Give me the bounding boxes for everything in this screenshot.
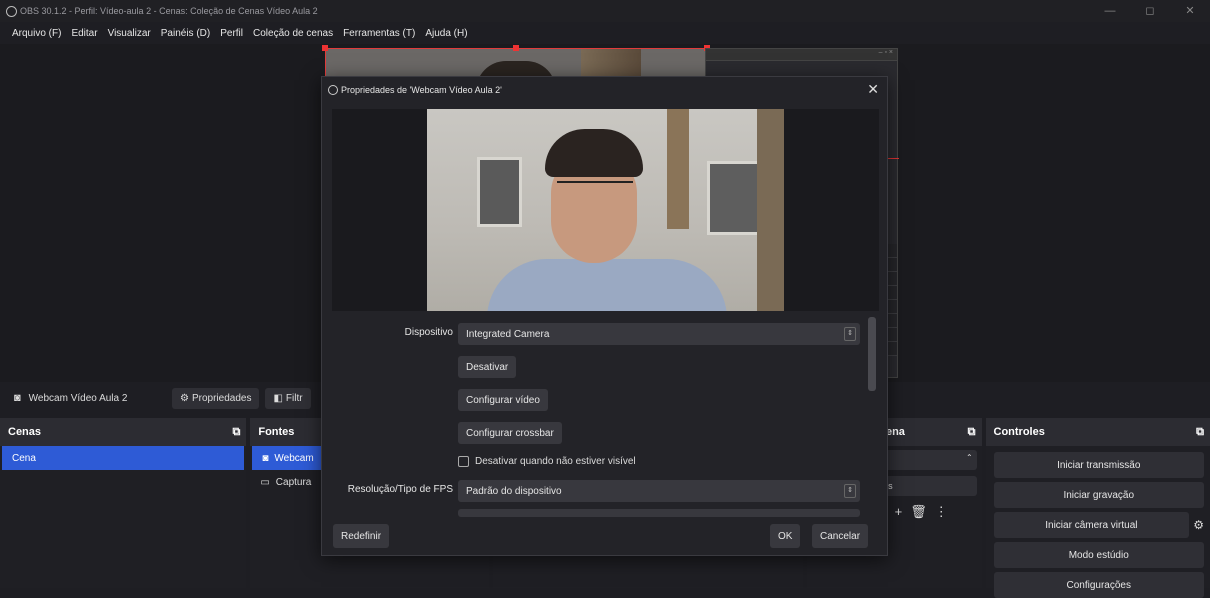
dialog-title-bar: Propriedades de 'Webcam Vídeo Aula 2'	[322, 77, 887, 103]
more-icon[interactable]: ⋮	[935, 504, 948, 520]
list-item[interactable]: Cena	[2, 446, 244, 470]
deactivate-button[interactable]: Desativar	[458, 356, 516, 378]
menu-ajuda[interactable]: Ajuda (H)	[420, 28, 472, 39]
trash-icon[interactable]: 🗑	[910, 504, 927, 520]
minimize-icon[interactable]: —	[1090, 0, 1130, 22]
filter-icon: ◧	[273, 393, 282, 404]
menu-bar: Arquivo (F) Editar Visualizar Painéis (D…	[0, 22, 1210, 44]
reset-button[interactable]: Redefinir	[333, 524, 389, 548]
menu-paineis[interactable]: Painéis (D)	[156, 28, 215, 39]
close-window-icon[interactable]: ✕	[1170, 0, 1210, 22]
configure-crossbar-button[interactable]: Configurar crossbar	[458, 422, 562, 444]
obs-logo-icon	[6, 6, 17, 17]
menu-perfil[interactable]: Perfil	[215, 28, 248, 39]
resize-handle[interactable]	[513, 45, 519, 51]
controls-title: Controles	[994, 426, 1045, 438]
configure-video-button[interactable]: Configurar vídeo	[458, 389, 548, 411]
gear-icon[interactable]: ⚙	[1193, 518, 1204, 532]
selected-source-name: Webcam Vídeo Aula 2	[29, 393, 128, 404]
monitor-icon: ▭	[260, 477, 269, 488]
transition-select[interactable]: ⌃	[877, 450, 977, 470]
restore-icon[interactable]: ◻	[1130, 0, 1170, 22]
checkbox-box[interactable]	[458, 456, 469, 467]
scenes-dock: Cenas ⧉ Cena	[0, 418, 246, 588]
filters-label: Filtr	[286, 393, 303, 404]
studio-mode-button[interactable]: Modo estúdio	[994, 542, 1205, 568]
ok-button[interactable]: OK	[770, 524, 800, 548]
undock-icon[interactable]: ⧉	[968, 426, 976, 439]
properties-label: Propriedades	[192, 393, 251, 404]
scenes-title: Cenas	[8, 426, 41, 438]
sources-title: Fontes	[258, 426, 294, 438]
fps-value: Padrão do dispositivo	[466, 486, 562, 497]
device-select[interactable]: Integrated Camera ⇕	[458, 323, 860, 345]
fps-label: Resolução/Tipo de FPS	[323, 484, 453, 495]
start-virtual-camera-button[interactable]: Iniciar câmera virtual	[994, 512, 1190, 538]
deactivate-when-hidden-label: Desativar quando não estiver visível	[475, 456, 636, 467]
obs-logo-icon	[328, 85, 338, 95]
gear-icon: ⚙	[180, 393, 189, 404]
close-icon[interactable]: ✕	[867, 81, 879, 98]
chevron-updown-icon: ⇕	[844, 484, 856, 498]
settings-button[interactable]: Configurações	[994, 572, 1205, 598]
dialog-title: Propriedades de 'Webcam Vídeo Aula 2'	[341, 85, 502, 95]
fps-select[interactable]: Padrão do dispositivo ⇕	[458, 480, 860, 502]
menu-editar[interactable]: Editar	[66, 28, 102, 39]
undock-icon[interactable]: ⧉	[232, 426, 240, 439]
device-label: Dispositivo	[323, 327, 453, 338]
chevron-updown-icon: ⇕	[844, 327, 856, 341]
deactivate-when-hidden-checkbox[interactable]: Desativar quando não estiver visível	[458, 456, 636, 467]
camera-icon: ◙	[262, 453, 268, 464]
menu-colecao-cenas[interactable]: Coleção de cenas	[248, 28, 338, 39]
undock-icon[interactable]: ⧉	[1196, 426, 1204, 439]
dialog-footer: Redefinir OK Cancelar	[322, 521, 889, 557]
title-bar: OBS 30.1.2 - Perfil: Vídeo-aula 2 - Cena…	[0, 0, 1210, 22]
start-recording-button[interactable]: Iniciar gravação	[994, 482, 1205, 508]
duration-field[interactable]: ms	[877, 476, 977, 496]
start-streaming-button[interactable]: Iniciar transmissão	[994, 452, 1205, 478]
menu-ferramentas[interactable]: Ferramentas (T)	[338, 28, 420, 39]
camera-icon: ◙	[14, 392, 21, 404]
device-value: Integrated Camera	[466, 329, 549, 340]
properties-form: Dispositivo Integrated Camera ⇕ Desativa…	[322, 317, 889, 517]
webcam-image	[427, 109, 784, 311]
filters-button[interactable]: ◧ Filtr	[265, 388, 310, 409]
properties-button[interactable]: ⚙ Propriedades	[172, 388, 259, 409]
cancel-button[interactable]: Cancelar	[812, 524, 868, 548]
properties-dialog: Propriedades de 'Webcam Vídeo Aula 2' ✕ …	[321, 76, 888, 556]
webcam-preview	[332, 109, 879, 311]
window-title: OBS 30.1.2 - Perfil: Vídeo-aula 2 - Cena…	[20, 6, 318, 16]
controls-dock: Controles ⧉ Iniciar transmissão Iniciar …	[986, 418, 1210, 588]
next-field-partial[interactable]	[458, 509, 860, 517]
resize-handle[interactable]	[322, 45, 328, 51]
add-icon[interactable]: +	[895, 504, 903, 520]
menu-arquivo[interactable]: Arquivo (F)	[0, 28, 66, 39]
menu-visualizar[interactable]: Visualizar	[103, 28, 156, 39]
form-scrollbar[interactable]	[868, 317, 876, 391]
